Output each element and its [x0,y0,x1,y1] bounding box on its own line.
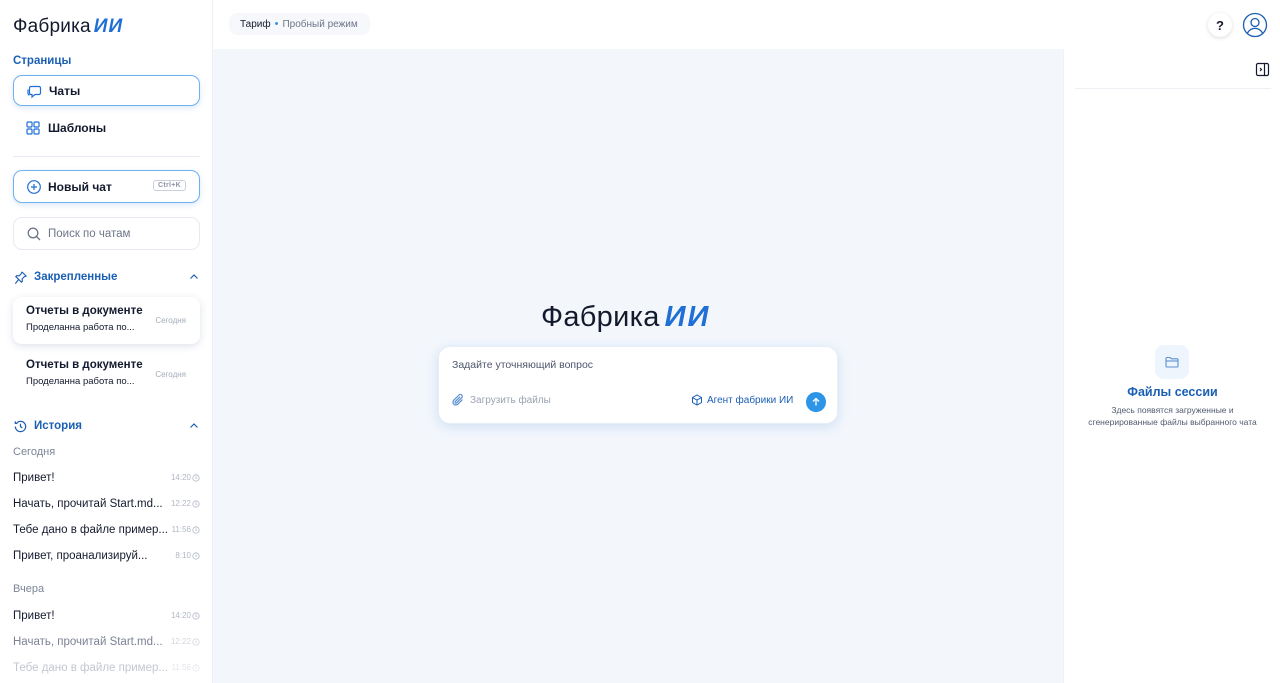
pinned-section-header[interactable]: Закрепленные [13,268,200,286]
clock-icon [192,525,200,534]
chat-icon [26,83,42,99]
history-item-title: Тебе дано в файле пример... [13,524,168,536]
panel-toggle-icon[interactable] [1255,62,1270,77]
history-item-time: 11:56 [172,663,200,672]
app-logo[interactable]: Фабрика ИИ [13,16,123,38]
tariff-badge[interactable]: Тариф • Пробный режим [229,13,370,35]
pinned-chat-item[interactable]: Отчеты в документе Проделанна работа по.… [13,351,200,398]
history-item-title: Начать, прочитай Start.md... [13,498,163,510]
history-clock-icon [13,419,28,434]
clock-icon [192,499,200,508]
agent-label: Агент фабрики ИИ [707,394,794,406]
search-input[interactable]: Поиск по чатам [13,217,200,250]
center-logo-accent: ИИ [664,301,711,333]
pages-section-label: Страницы [13,55,72,67]
history-item[interactable]: Тебе дано в файле пример... 11:56 [13,522,200,538]
upload-label: Загрузить файлы [470,394,551,406]
sidebar-item-label: Чаты [49,83,81,98]
history-item[interactable]: Привет, проанализируй... 8:10 [13,548,200,564]
search-icon [26,226,42,242]
day-label-yesterday: Вчера [13,583,45,595]
clock-icon [192,611,200,620]
shortcut-badge: Ctrl+K [153,180,186,191]
paperclip-icon [451,393,465,407]
history-item-title: Начать, прочитай Start.md... [13,636,163,648]
history-item[interactable]: Тебе дано в файле пример... 11:56 [13,660,200,676]
history-item-time: 14:20 [171,473,200,482]
new-chat-button[interactable]: Новый чат Ctrl+K [13,170,200,203]
logo-text: Фабрика [13,16,91,37]
topbar: Тариф • Пробный режим ? [213,0,1280,49]
files-panel: Файлы сессии Здесь появятся загруженные … [1063,49,1280,683]
history-item-time: 12:22 [171,499,200,508]
files-description: Здесь появятся загруженные и сгенерирова… [1088,405,1257,427]
sidebar-item-templates[interactable]: Шаблоны [13,112,200,143]
tariff-mode: Пробный режим [282,18,358,30]
history-item-title: Привет, проанализируй... [13,550,148,562]
history-section-label: История [34,420,82,432]
history-item-time: 14:20 [171,611,200,620]
history-item-time: 11:56 [172,525,200,534]
arrow-up-icon [811,397,821,407]
upload-files-button[interactable]: Загрузить файлы [451,393,551,407]
history-item[interactable]: Привет! 14:20 [13,470,200,486]
divider [1075,88,1271,89]
plus-circle-icon [26,179,42,195]
sidebar-item-chats[interactable]: Чаты [13,75,200,106]
profile-icon[interactable] [1242,12,1268,38]
chat-date: Сегодня [155,316,186,325]
history-item-time: 8:10 [175,551,200,560]
clock-icon [192,663,200,672]
history-item-title: Привет! [13,610,55,622]
history-item-title: Привет! [13,472,55,484]
logo-accent: ИИ [93,16,124,37]
clock-icon [192,473,200,482]
cube-icon [691,394,703,406]
sidebar: Фабрика ИИ Страницы Чаты Шаблоны Новый ча… [0,0,213,683]
folder-icon [1155,345,1189,379]
chevron-up-icon[interactable] [188,420,200,432]
history-item-title: Тебе дано в файле пример... [13,662,168,674]
divider [13,156,200,157]
sidebar-item-label: Шаблоны [48,120,107,135]
history-item[interactable]: Начать, прочитай Start.md... 12:22 [13,496,200,512]
history-item-time: 12:22 [171,637,200,646]
files-title: Файлы сессии [1127,385,1218,399]
send-button[interactable] [806,392,826,412]
tariff-separator: • [274,18,279,30]
clock-icon [192,551,200,560]
chevron-up-icon[interactable] [188,271,200,283]
clock-icon [192,637,200,646]
help-button[interactable]: ? [1208,13,1232,37]
pinned-section-label: Закрепленные [34,271,118,283]
history-section-header[interactable]: История [13,417,200,435]
prompt-input[interactable]: Задайте уточняющий вопрос [452,359,593,371]
grid-icon [25,120,41,136]
prompt-box: Задайте уточняющий вопрос Загрузить файл… [438,346,838,424]
history-item[interactable]: Привет! 14:20 [13,608,200,624]
history-item[interactable]: Начать, прочитай Start.md... 12:22 [13,634,200,650]
center-logo-text: Фабрика [541,301,660,333]
center-logo: Фабрика ИИ [541,301,741,334]
day-label-today: Сегодня [13,446,56,458]
pinned-chat-item[interactable]: Отчеты в документе Проделанна работа по.… [13,297,200,344]
pin-icon [13,270,28,285]
tariff-label: Тариф [240,18,271,30]
chat-date: Сегодня [155,370,186,379]
search-placeholder: Поиск по чатам [48,227,131,240]
agent-selector[interactable]: Агент фабрики ИИ [691,394,793,406]
new-chat-label: Новый чат [48,179,112,194]
